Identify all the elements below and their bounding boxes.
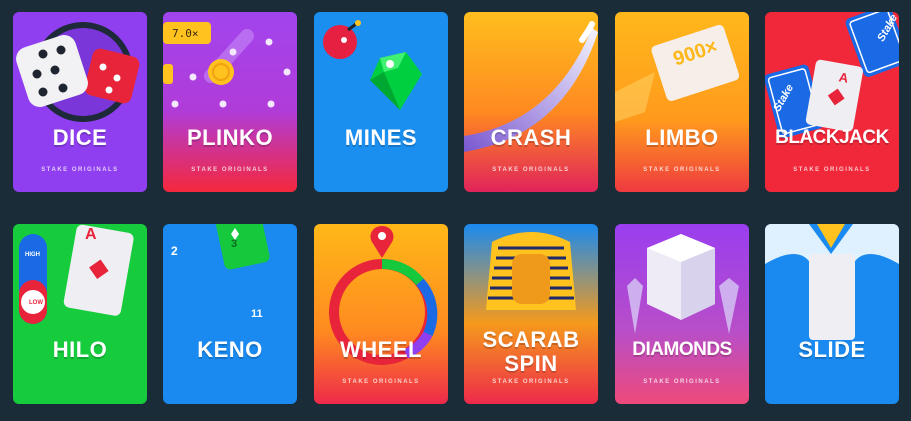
game-title: DICE	[52, 125, 108, 150]
game-card-slide[interactable]: SLIDE	[765, 224, 899, 404]
keno-number: 11	[251, 308, 263, 320]
game-card-mines[interactable]: MINES	[314, 12, 448, 192]
game-card-crash[interactable]: CRASH STAKE ORIGINALS	[464, 12, 598, 192]
game-title: CRASH	[490, 125, 572, 150]
game-title: KENO	[197, 337, 263, 362]
dice-artwork	[13, 12, 147, 192]
game-subtitle: STAKE ORIGINALS	[492, 167, 570, 173]
game-subtitle: STAKE ORIGINALS	[191, 167, 269, 173]
game-card-hilo[interactable]: HIGH LOW A HILO	[13, 224, 147, 404]
game-subtitle: STAKE ORIGINALS	[342, 379, 420, 385]
slide-artwork	[765, 224, 899, 404]
game-title: WHEEL	[340, 337, 422, 362]
game-card-keno[interactable]: 2 3 11 KENO	[163, 224, 297, 404]
low-label: LOW	[29, 300, 43, 306]
playing-card-rank: A	[85, 226, 97, 243]
keno-number: 3	[231, 238, 238, 250]
game-title: MINES	[344, 125, 418, 150]
game-title: PLINKO	[186, 125, 274, 150]
game-card-diamonds[interactable]: DIAMONDS STAKE ORIGINALS	[615, 224, 749, 404]
game-card-dice[interactable]: DICE STAKE ORIGINALS	[13, 12, 147, 192]
game-card-plinko[interactable]: 7.0× PLINKO STAKE ORIGINALS	[163, 12, 297, 192]
keno-artwork	[163, 224, 297, 404]
high-label: HIGH	[25, 252, 40, 258]
mines-artwork	[314, 12, 448, 192]
game-card-scarab-spin[interactable]: SCARAB SPIN STAKE ORIGINALS	[464, 224, 598, 404]
crash-artwork	[464, 12, 598, 192]
game-card-blackjack[interactable]: A Stake Stake BLACKJACK STAKE ORIGINALS	[765, 12, 899, 192]
game-subtitle: STAKE ORIGINALS	[41, 167, 119, 173]
game-subtitle: STAKE ORIGINALS	[643, 167, 721, 173]
limbo-artwork	[615, 12, 749, 192]
game-subtitle: STAKE ORIGINALS	[793, 167, 871, 173]
wheel-artwork	[314, 224, 448, 404]
game-title: BLACKJACK	[775, 127, 889, 148]
game-title: SLIDE	[798, 337, 866, 362]
game-title: SCARAB SPIN	[482, 327, 580, 376]
scarab-artwork	[464, 224, 598, 404]
keno-number: 2	[171, 244, 178, 258]
hilo-artwork	[13, 224, 147, 404]
game-title: LIMBO	[645, 125, 719, 150]
game-title: HILO	[52, 337, 108, 362]
multiplier-badge: 7.0×	[172, 27, 199, 40]
game-subtitle: STAKE ORIGINALS	[492, 379, 570, 385]
game-card-limbo[interactable]: 900× LIMBO STAKE ORIGINALS	[615, 12, 749, 192]
game-subtitle: STAKE ORIGINALS	[643, 379, 721, 385]
game-card-wheel[interactable]: WHEEL STAKE ORIGINALS	[314, 224, 448, 404]
game-title: DIAMONDS	[632, 339, 732, 360]
diamonds-artwork	[615, 224, 749, 404]
